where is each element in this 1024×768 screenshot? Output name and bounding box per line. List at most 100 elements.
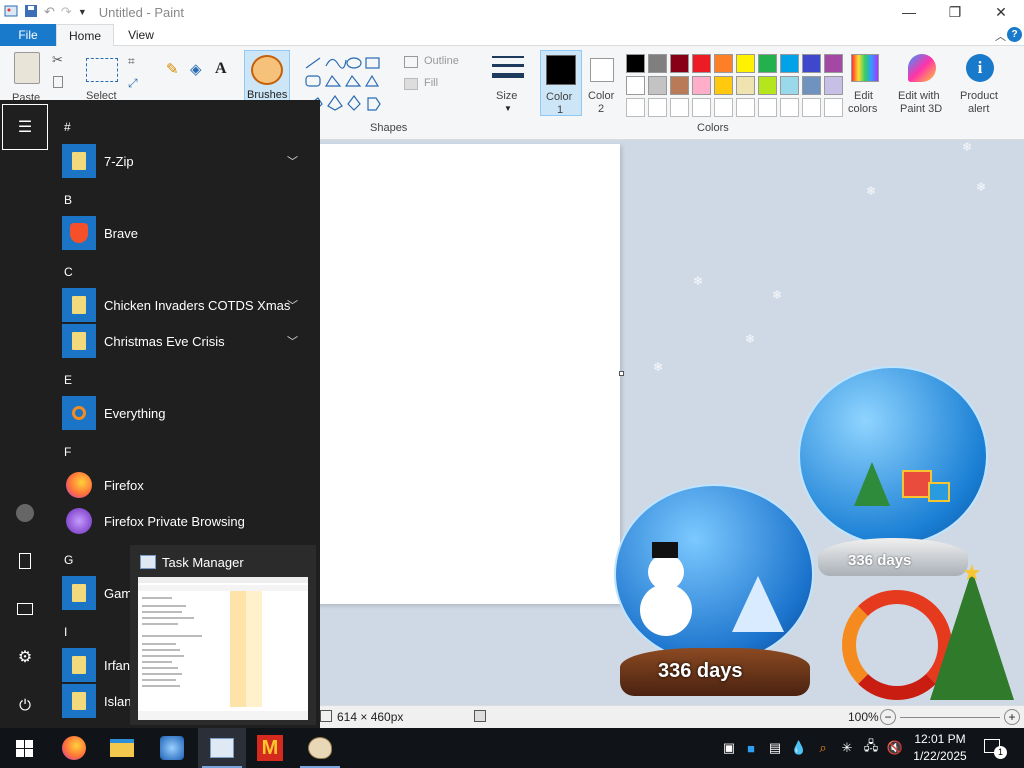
tab-view[interactable]: View xyxy=(116,24,166,46)
help-icon[interactable]: ? xyxy=(1007,27,1022,42)
palette-swatch[interactable] xyxy=(626,76,645,95)
section-header-c[interactable]: C xyxy=(64,265,73,279)
palette-empty-swatch[interactable] xyxy=(824,98,843,117)
notifications-button[interactable]: 1 xyxy=(980,736,1008,760)
palette-swatch[interactable] xyxy=(824,76,843,95)
palette-swatch[interactable] xyxy=(802,54,821,73)
text-tool-icon[interactable]: A xyxy=(215,60,227,78)
zoom-out-button[interactable]: − xyxy=(880,709,896,725)
app-item-brave[interactable]: Brave xyxy=(62,215,312,251)
color2-button[interactable]: Color 2 xyxy=(584,50,622,116)
expand-menu-button[interactable]: ☰ xyxy=(2,104,48,150)
app-item-chicken-invaders[interactable]: Chicken Invaders COTDS Xmas ﹀ xyxy=(62,287,312,323)
palette-swatch[interactable] xyxy=(758,76,777,95)
sparkle-icon[interactable]: ✳ xyxy=(838,738,856,758)
pictures-button[interactable] xyxy=(0,586,50,632)
documents-button[interactable] xyxy=(0,538,50,584)
minimize-button[interactable]: — xyxy=(886,0,932,24)
palette-swatch[interactable] xyxy=(648,54,667,73)
chevron-up-icon[interactable]: ︿ xyxy=(995,28,1006,44)
clock[interactable]: 12:01 PM 1/22/2025 xyxy=(908,731,972,765)
taskbar-mcdonalds[interactable]: M xyxy=(246,728,294,768)
palette-swatch[interactable] xyxy=(648,76,667,95)
crop-icon[interactable]: ⌗ xyxy=(128,54,135,69)
edit-colors-button[interactable]: Edit colors xyxy=(846,52,886,116)
palette-empty-swatch[interactable] xyxy=(802,98,821,117)
taskbar-task-manager[interactable] xyxy=(198,728,246,768)
fill-bucket-icon[interactable]: ◈ xyxy=(190,60,202,78)
brushes-button[interactable]: Brushes xyxy=(244,50,290,102)
settings-button[interactable]: ⚙ xyxy=(0,634,50,680)
chevron-down-icon[interactable]: ﹀ xyxy=(287,333,298,349)
tab-home[interactable]: Home xyxy=(56,24,114,47)
palette-swatch[interactable] xyxy=(692,54,711,73)
tray-app-icon-3[interactable]: ▤ xyxy=(766,738,784,758)
tray-app-icon[interactable]: ▣ xyxy=(720,738,738,758)
tray-app-icon-2[interactable]: ■ xyxy=(742,738,760,758)
taskbar-app-4[interactable] xyxy=(148,728,196,768)
palette-swatch[interactable] xyxy=(670,76,689,95)
app-item-firefox-private[interactable]: Firefox Private Browsing xyxy=(62,503,312,539)
app-item-christmas-eve-crisis[interactable]: Christmas Eve Crisis ﹀ xyxy=(62,323,312,359)
scissors-icon[interactable]: ✂ xyxy=(52,52,63,68)
palette-empty-swatch[interactable] xyxy=(714,98,733,117)
chevron-down-icon[interactable]: ﹀ xyxy=(287,297,298,313)
taskbar-file-explorer[interactable] xyxy=(98,728,146,768)
palette-swatch[interactable] xyxy=(802,76,821,95)
taskbar-paint[interactable] xyxy=(296,728,344,768)
palette-empty-swatch[interactable] xyxy=(780,98,799,117)
palette-empty-swatch[interactable] xyxy=(736,98,755,117)
palette-empty-swatch[interactable] xyxy=(758,98,777,117)
product-alert-button[interactable]: i Product alert xyxy=(956,52,1006,116)
palette-swatch[interactable] xyxy=(758,54,777,73)
section-header-b[interactable]: B xyxy=(64,193,72,207)
palette-swatch[interactable] xyxy=(780,54,799,73)
section-header-g[interactable]: G xyxy=(64,553,73,567)
section-header-hash[interactable]: # xyxy=(64,120,71,134)
palette-swatch[interactable] xyxy=(714,54,733,73)
copy-icon[interactable] xyxy=(53,76,63,88)
taskbar-firefox[interactable] xyxy=(50,728,98,768)
palette-empty-swatch[interactable] xyxy=(692,98,711,117)
palette-swatch[interactable] xyxy=(670,54,689,73)
tab-file[interactable]: File xyxy=(0,24,56,46)
account-button[interactable] xyxy=(0,490,50,536)
palette-swatch[interactable] xyxy=(626,54,645,73)
volume-muted-icon[interactable]: 🔇 xyxy=(886,738,904,758)
zoom-slider[interactable] xyxy=(900,717,1000,718)
size-button[interactable]: Size ▼ xyxy=(486,52,532,114)
paste-button[interactable]: Paste xyxy=(4,50,48,104)
palette-swatch[interactable] xyxy=(780,76,799,95)
edit-with-paint3d-button[interactable]: Edit with Paint 3D xyxy=(894,52,950,116)
power-button[interactable]: ⏻ xyxy=(0,682,50,728)
palette-empty-swatch[interactable] xyxy=(648,98,667,117)
palette-swatch[interactable] xyxy=(736,54,755,73)
palette-empty-swatch[interactable] xyxy=(626,98,645,117)
start-button[interactable] xyxy=(0,728,48,768)
color1-button[interactable]: Color 1 xyxy=(540,50,582,116)
app-item-firefox[interactable]: Firefox xyxy=(62,467,312,503)
redo-icon[interactable]: ↷ xyxy=(61,4,72,20)
section-header-f[interactable]: F xyxy=(64,445,71,459)
section-header-i[interactable]: I xyxy=(64,625,67,639)
fill-dropdown[interactable]: Fill xyxy=(404,76,476,92)
app-item-everything[interactable]: Everything xyxy=(62,395,312,431)
palette-swatch[interactable] xyxy=(692,76,711,95)
section-header-e[interactable]: E xyxy=(64,373,72,387)
palette-swatch[interactable] xyxy=(824,54,843,73)
water-drop-icon[interactable]: 💧 xyxy=(790,738,808,758)
undo-icon[interactable]: ↶ xyxy=(44,4,55,20)
palette-swatch[interactable] xyxy=(714,76,733,95)
chevron-down-icon[interactable]: ﹀ xyxy=(287,153,298,169)
resize-icon[interactable]: ⤢ xyxy=(128,76,138,91)
maximize-button[interactable]: ❐ xyxy=(932,0,978,24)
select-button[interactable]: Select xyxy=(84,54,124,102)
save-icon[interactable] xyxy=(24,4,38,21)
search-icon[interactable]: ⌕ xyxy=(814,738,832,758)
outline-dropdown[interactable]: Outline xyxy=(404,54,476,70)
drawing-canvas[interactable] xyxy=(316,144,620,604)
close-button[interactable]: ✕ xyxy=(978,0,1024,24)
app-item-7zip[interactable]: 7-Zip ﹀ xyxy=(62,143,312,179)
zoom-in-button[interactable]: + xyxy=(1004,709,1020,725)
canvas-resize-handle[interactable] xyxy=(619,371,624,376)
